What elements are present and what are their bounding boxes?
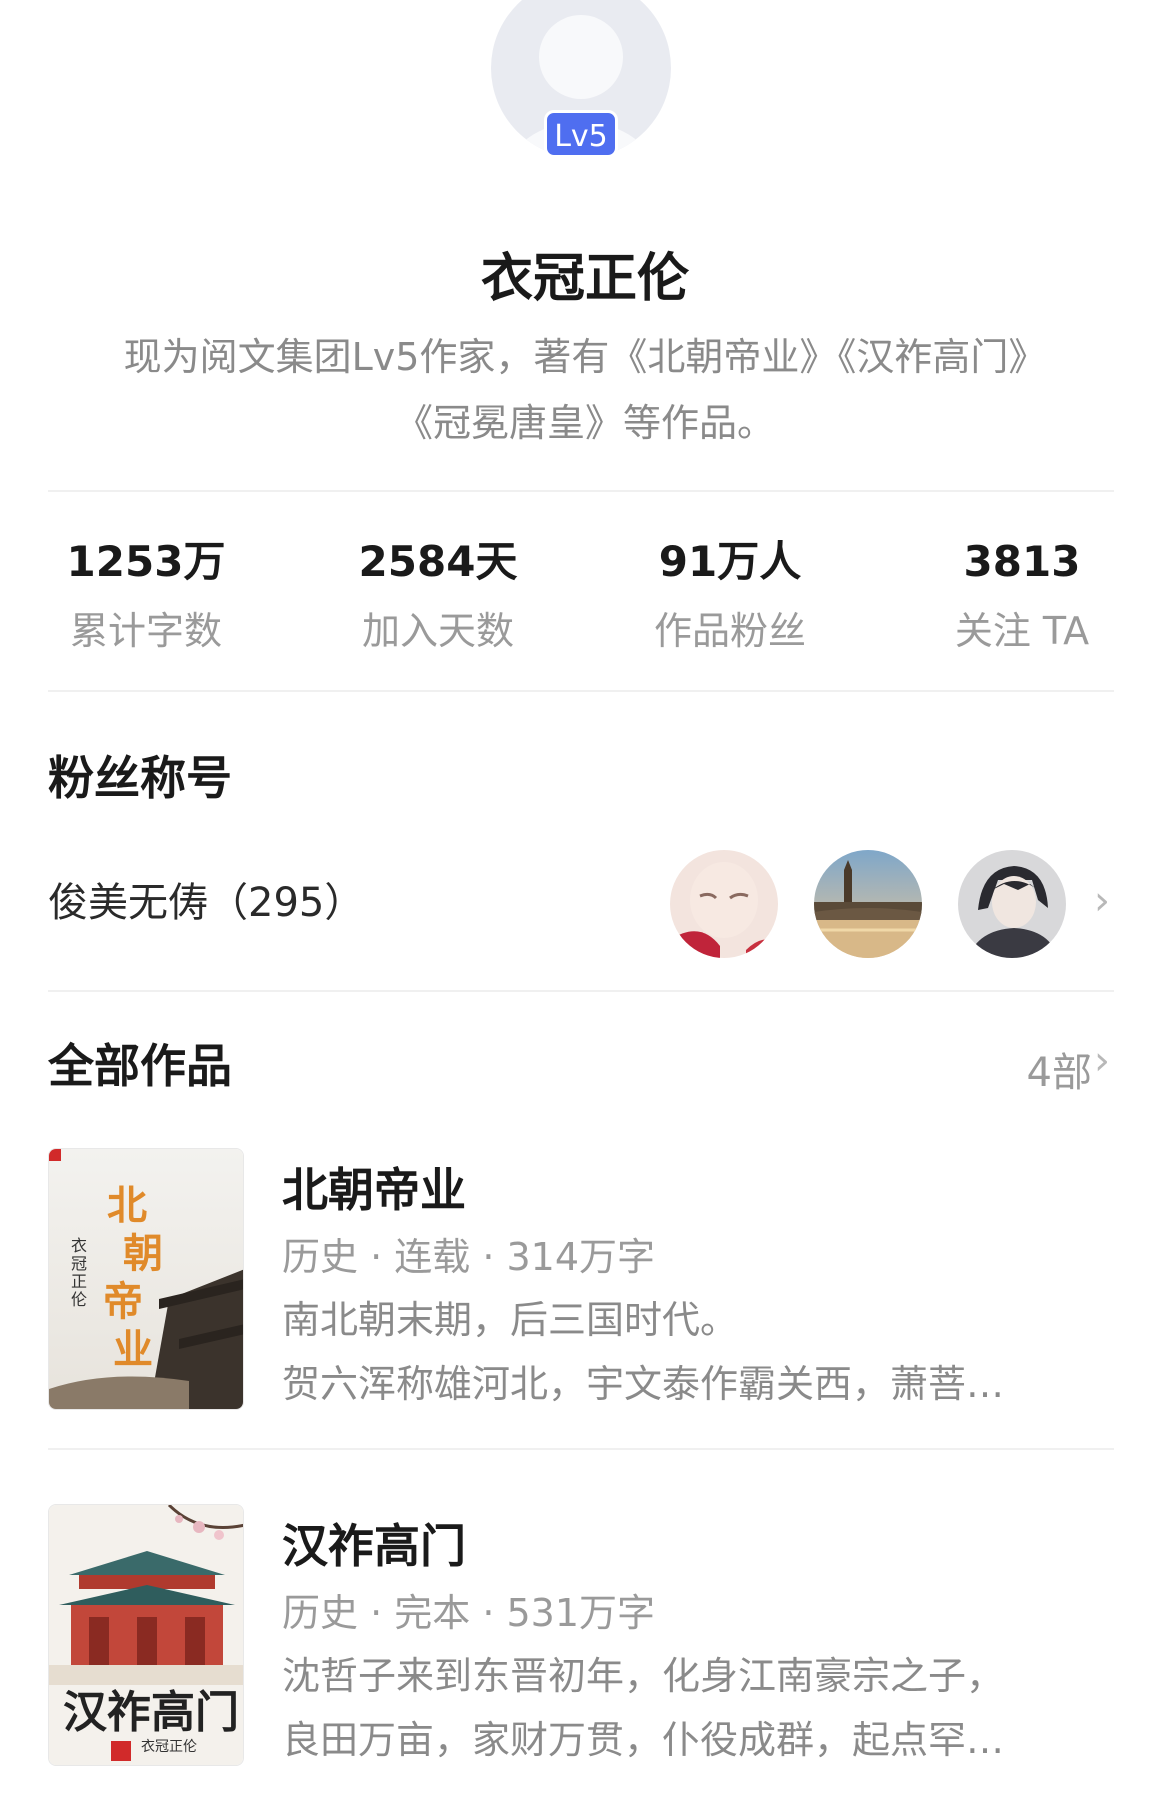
stat-fans[interactable]: 91万人 作品粉丝: [584, 532, 876, 672]
stat-label: 关注 TA: [954, 609, 1090, 653]
stat-label: 作品粉丝: [653, 609, 806, 653]
cover-title-glyph: 帝: [103, 1279, 143, 1324]
stats-bar: 1253万 累计字数 2584天 加入天数 91万人 作品粉丝 3813 关注 …: [0, 532, 1170, 672]
book-desc-line: 贺六浑称雄河北，宇文泰作霸关西，萧菩…: [282, 1362, 1005, 1406]
book-item[interactable]: 北 朝 帝 业 衣 冠 正 伦 北朝帝业 历史 · 连载 · 314万字 南北朝…: [48, 1148, 1118, 1410]
cover-author-glyph: 伦: [71, 1291, 87, 1309]
works-count-link[interactable]: 4部: [1027, 1040, 1092, 1098]
book-description: 沈哲子来到东晋初年，化身江南豪宗之子， 良田万亩，家财万贯，仆役成群，起点罕…: [282, 1644, 1112, 1772]
cover-title-glyph: 业: [113, 1327, 153, 1372]
cover-author-text: 衣冠正伦: [141, 1739, 197, 1755]
stat-total-words[interactable]: 1253万 累计字数: [0, 532, 292, 672]
fan-avatar: [958, 850, 1066, 958]
cover-title-text: 汉祚高门: [63, 1688, 239, 1737]
fan-title-heading: 粉丝称号: [48, 751, 232, 805]
divider: [48, 990, 1114, 992]
book-desc-line: 南北朝末期，后三国时代。: [282, 1298, 739, 1342]
book-title: 汉祚高门: [282, 1519, 466, 1573]
stat-join-days[interactable]: 2584天 加入天数: [292, 532, 584, 672]
stat-label: 加入天数: [361, 609, 514, 653]
book-meta: 历史 · 连载 · 314万字: [282, 1235, 656, 1279]
fan-avatar: [670, 850, 778, 958]
works-heading: 全部作品: [48, 1039, 232, 1093]
author-bio-line: 现为阅文集团Lv5作家，著有《北朝帝业》《汉祚高门》: [123, 335, 1047, 379]
chevron-right-icon: ›: [1094, 878, 1110, 924]
level-badge: Lv5: [544, 110, 618, 158]
chevron-right-icon[interactable]: ›: [1094, 1038, 1110, 1084]
cover-author-glyph: 衣: [71, 1237, 87, 1255]
stat-value: 3813: [963, 537, 1081, 586]
book-meta: 历史 · 完本 · 531万字: [282, 1591, 656, 1635]
stat-following[interactable]: 3813 关注 TA: [876, 532, 1168, 672]
divider: [48, 690, 1114, 692]
stat-label: 累计字数: [69, 609, 222, 653]
stat-value: 91万人: [658, 537, 802, 586]
cover-title-glyph: 北: [107, 1183, 147, 1228]
divider: [48, 1448, 1114, 1450]
book-desc-line: 良田万亩，家财万贯，仆役成群，起点罕…: [282, 1718, 1005, 1762]
book-item[interactable]: 汉祚高门 衣冠正伦 汉祚高门 历史 · 完本 · 531万字 沈哲子来到东晋初年…: [48, 1504, 1118, 1766]
stat-value: 1253万: [66, 537, 226, 586]
avatar-placeholder-head: [539, 15, 623, 100]
author-name: 衣冠正伦: [480, 249, 689, 309]
book-cover: 北 朝 帝 业 衣 冠 正 伦: [48, 1148, 244, 1410]
author-bio: 现为阅文集团Lv5作家，著有《北朝帝业》《汉祚高门》 《冠冕唐皇》等作品。: [40, 324, 1130, 456]
stat-value: 2584天: [358, 537, 518, 586]
cover-author-glyph: 正: [71, 1274, 87, 1291]
fan-avatar: [814, 850, 922, 958]
divider: [48, 490, 1114, 492]
works-count: 4部: [1026, 1050, 1092, 1096]
cover-author-glyph: 冠: [71, 1256, 87, 1273]
book-title: 北朝帝业: [282, 1163, 466, 1217]
fan-title-name: 俊美无俦（295）: [48, 880, 365, 926]
fan-title-row[interactable]: 俊美无俦（295） ›: [48, 850, 1118, 960]
author-bio-line: 《冠冕唐皇》等作品。: [394, 401, 775, 445]
book-cover: 汉祚高门 衣冠正伦: [48, 1504, 244, 1766]
book-description: 南北朝末期，后三国时代。 贺六浑称雄河北，宇文泰作霸关西，萧菩…: [282, 1288, 1112, 1416]
cover-title-glyph: 朝: [123, 1231, 163, 1276]
book-desc-line: 沈哲子来到东晋初年，化身江南豪宗之子，: [282, 1654, 1005, 1698]
